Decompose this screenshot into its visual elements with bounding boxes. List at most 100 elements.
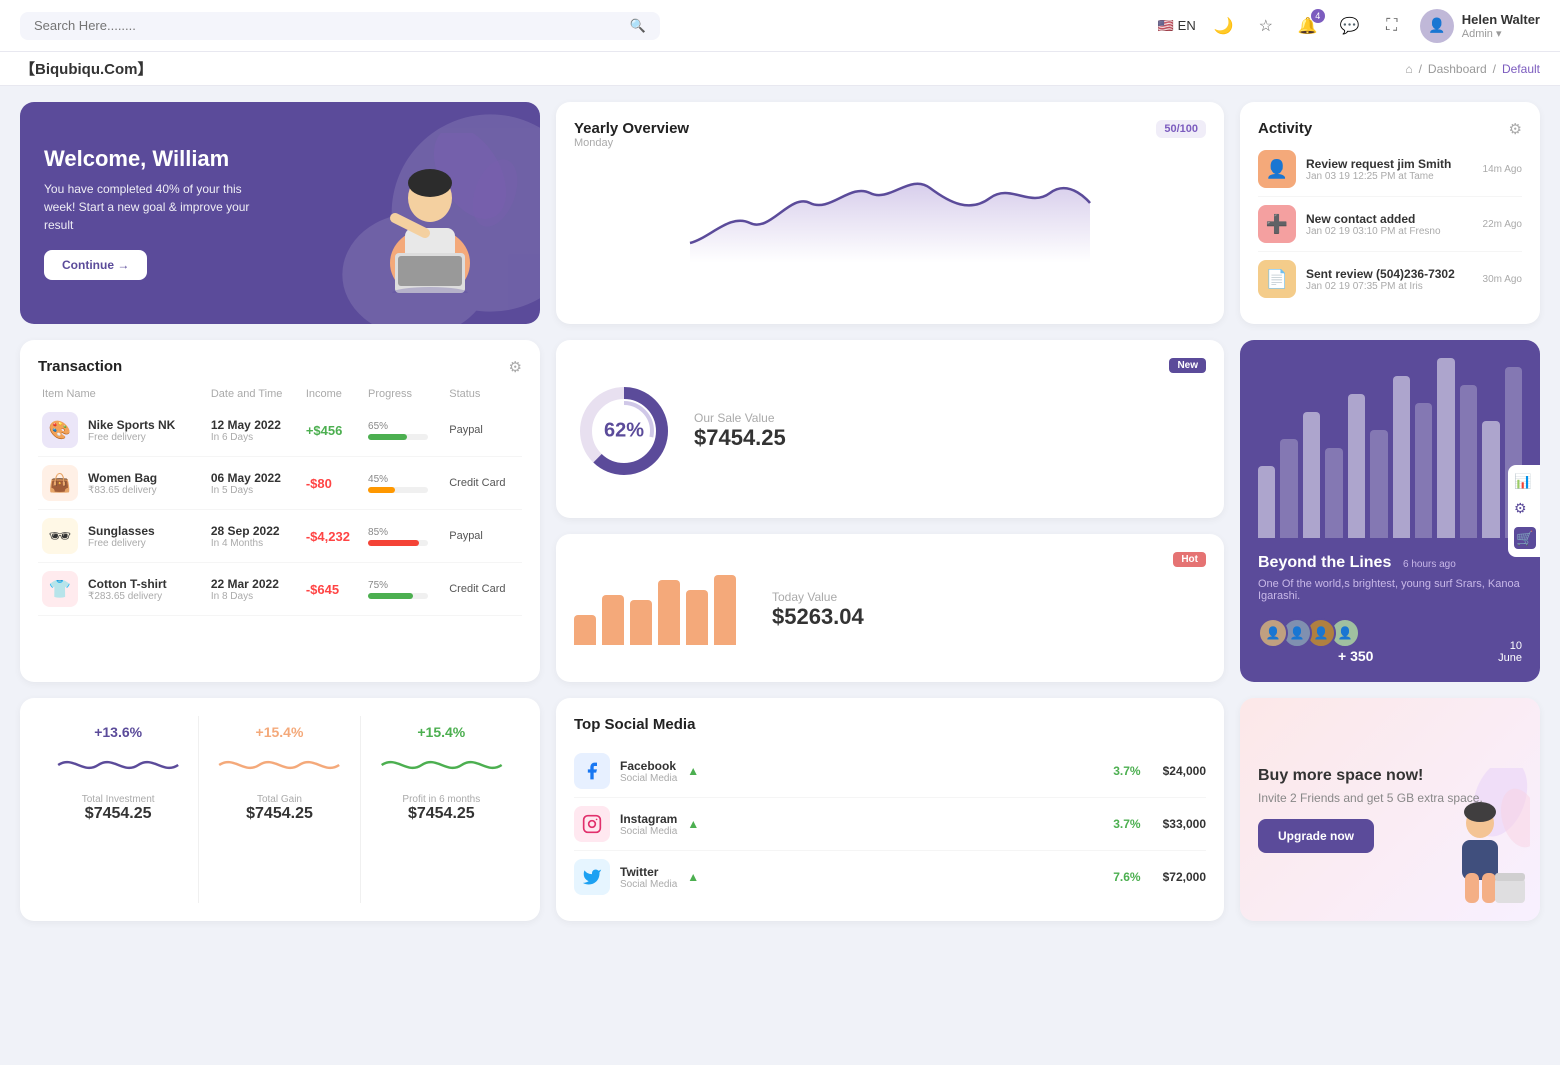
social-list: Facebook Social Media ▲ 3.7% $24,000 Ins… xyxy=(574,745,1206,903)
today-bar-item xyxy=(686,590,708,645)
social-icon xyxy=(574,753,610,789)
separator1: / xyxy=(1419,62,1422,76)
beyond-card: 📊 ⚙ 🛒 Beyond the Lines 6 hours ago One O… xyxy=(1240,340,1540,682)
stat-wave-chart xyxy=(199,740,359,790)
fullscreen-icon[interactable]: ⛶ xyxy=(1378,12,1406,40)
beyond-count: + 350 xyxy=(1338,648,1373,664)
chart-icon[interactable]: 📊 xyxy=(1514,473,1536,490)
separator2: / xyxy=(1493,62,1496,76)
breadcrumb: ⌂ / Dashboard / Default xyxy=(1405,62,1540,76)
item-sub: ₹83.65 delivery xyxy=(88,485,157,496)
home-icon[interactable]: ⌂ xyxy=(1405,62,1412,76)
date-cell: 28 Sep 2022 In 4 Months xyxy=(207,510,302,563)
social-arrow: ▲ xyxy=(687,817,699,831)
item-icon: 🎨 xyxy=(42,412,78,448)
brand-logo: 【Biqubiqu.Com】 xyxy=(20,58,152,79)
social-percent: 7.6% xyxy=(1113,870,1140,884)
sale-badge: New xyxy=(1169,358,1206,373)
item-icon: 👜 xyxy=(42,465,78,501)
table-row: 🕶 Sunglasses Free delivery 28 Sep 2022 I… xyxy=(38,510,522,563)
yearly-overview-card: Yearly Overview Monday 50/100 xyxy=(556,102,1224,324)
social-item: Instagram Social Media ▲ 3.7% $33,000 xyxy=(574,798,1206,851)
stat-label: Total Investment xyxy=(82,794,155,805)
transaction-header: Transaction ⚙ xyxy=(38,358,522,376)
beyond-bottom: 👤👤👤👤 + 350 10 June xyxy=(1258,610,1522,664)
yearly-header: Yearly Overview Monday 50/100 xyxy=(574,120,1206,149)
favorites-icon[interactable]: ☆ xyxy=(1252,12,1280,40)
stat-label: Profit in 6 months xyxy=(402,794,480,805)
beyond-bar-item xyxy=(1460,385,1477,538)
activity-item-time: 30m Ago xyxy=(1483,274,1522,285)
beyond-bar-item xyxy=(1258,466,1275,538)
table-row: 👜 Women Bag ₹83.65 delivery 06 May 2022 … xyxy=(38,457,522,510)
progress-bar-wrap xyxy=(368,540,428,546)
cart-icon[interactable]: 🛒 xyxy=(1514,527,1536,549)
user-name: Helen Walter xyxy=(1462,12,1540,27)
beyond-title: Beyond the Lines xyxy=(1258,554,1391,571)
beyond-bar-item xyxy=(1437,358,1454,538)
flag-icon: 🇺🇸 xyxy=(1157,18,1173,34)
notification-badge: 4 xyxy=(1311,9,1325,23)
stat-percent: +15.4% xyxy=(256,724,304,740)
beyond-bar-chart xyxy=(1258,358,1522,538)
beyond-bar-item xyxy=(1303,412,1320,538)
nav-icons: 🇺🇸 EN 🌙 ☆ 🔔 4 💬 ⛶ 👤 Helen Walter Admin ▾ xyxy=(1157,9,1540,43)
activity-list: 👤 Review request jim Smith Jan 03 19 12:… xyxy=(1258,142,1522,306)
search-bar[interactable]: 🔍 xyxy=(20,12,660,40)
stats-card: +13.6% Total Investment $7454.25 +15.4% … xyxy=(20,698,540,921)
transaction-title: Transaction xyxy=(38,358,122,375)
table-row: 👕 Cotton T-shirt ₹283.65 delivery 22 Mar… xyxy=(38,563,522,616)
continue-button[interactable]: Continue → xyxy=(44,250,147,280)
social-info: Twitter Social Media xyxy=(620,865,677,890)
social-name: Facebook xyxy=(620,759,677,773)
social-type: Social Media xyxy=(620,826,677,837)
beyond-bar-item xyxy=(1348,394,1365,538)
activity-text: Sent review (504)236-7302 Jan 02 19 07:3… xyxy=(1306,267,1473,292)
social-type: Social Media xyxy=(620,773,677,784)
transaction-settings-icon[interactable]: ⚙ xyxy=(509,358,522,376)
language-selector[interactable]: 🇺🇸 EN xyxy=(1157,18,1195,34)
status-cell: Paypal xyxy=(445,510,522,563)
item-icon: 🕶 xyxy=(42,518,78,554)
yearly-chart xyxy=(574,153,1206,263)
breadcrumb-dashboard[interactable]: Dashboard xyxy=(1428,62,1487,76)
notifications-icon[interactable]: 🔔 4 xyxy=(1294,12,1322,40)
status-cell: Credit Card xyxy=(445,563,522,616)
activity-settings-icon[interactable]: ⚙ xyxy=(1509,120,1522,138)
search-input[interactable] xyxy=(34,18,622,33)
social-arrow: ▲ xyxy=(687,870,699,884)
today-bar-item xyxy=(574,615,596,645)
beyond-settings-icon[interactable]: ⚙ xyxy=(1514,500,1536,517)
beyond-bar-item xyxy=(1393,376,1410,538)
sale-value-card: New 62% Our Sale Value $7454.25 xyxy=(556,340,1224,518)
yearly-badge: 50/100 xyxy=(1156,120,1206,138)
social-amount: $72,000 xyxy=(1163,870,1206,884)
table-header: Item Name xyxy=(38,380,207,404)
activity-item: ➕ New contact added Jan 02 19 03:10 PM a… xyxy=(1258,197,1522,252)
activity-item-sub: Jan 02 19 03:10 PM at Fresno xyxy=(1306,226,1473,237)
today-bar-item xyxy=(630,600,652,645)
theme-toggle[interactable]: 🌙 xyxy=(1210,12,1238,40)
activity-item-time: 22m Ago xyxy=(1483,219,1522,230)
user-profile[interactable]: 👤 Helen Walter Admin ▾ xyxy=(1420,9,1540,43)
social-icon xyxy=(574,859,610,895)
user-details: Helen Walter Admin ▾ xyxy=(1462,12,1540,40)
table-header: Progress xyxy=(364,380,445,404)
messages-icon[interactable]: 💬 xyxy=(1336,12,1364,40)
today-value: $5263.04 xyxy=(772,604,864,630)
progress-bar xyxy=(368,593,413,599)
item-icon: 👕 xyxy=(42,571,78,607)
donut-label: 62% xyxy=(604,420,644,443)
upgrade-button[interactable]: Upgrade now xyxy=(1258,819,1374,853)
transaction-body: 🎨 Nike Sports NK Free delivery 12 May 20… xyxy=(38,404,522,616)
date-cell: 22 Mar 2022 In 8 Days xyxy=(207,563,302,616)
income-cell: -$80 xyxy=(302,457,364,510)
breadcrumb-current: Default xyxy=(1502,62,1540,76)
top-navigation: 🔍 🇺🇸 EN 🌙 ☆ 🔔 4 💬 ⛶ 👤 Helen Walter Admin… xyxy=(0,0,1560,52)
progress-label: 75% xyxy=(368,580,441,591)
sale-label: Our Sale Value xyxy=(694,411,786,425)
date-value: 28 Sep 2022 xyxy=(211,524,298,538)
stat-item: +15.4% Total Gain $7454.25 xyxy=(199,716,360,903)
progress-bar xyxy=(368,540,419,546)
progress-cell: 45% xyxy=(364,457,445,510)
